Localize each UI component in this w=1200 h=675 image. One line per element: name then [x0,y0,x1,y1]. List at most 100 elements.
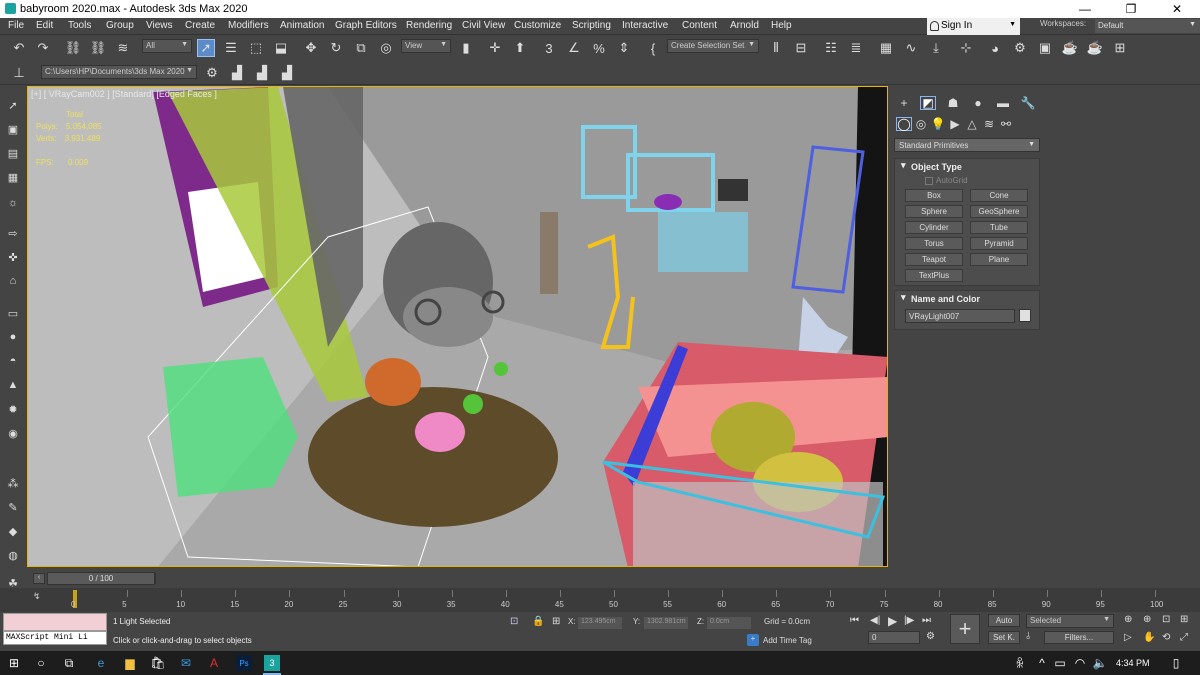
open-project-icon[interactable]: ▟ [253,64,271,82]
object-color-swatch[interactable] [1019,309,1031,322]
textplus-button[interactable]: TextPlus [905,269,963,282]
menu-arnold[interactable]: Arnold [730,20,759,31]
scene-explorer-icon[interactable]: ☷ [822,39,840,57]
rotate-icon[interactable]: ↻ [327,39,345,57]
half-sphere-tool-icon[interactable]: ◓ [6,354,20,368]
task-view-icon[interactable]: ⧉ [61,655,77,671]
zoom-all-icon[interactable]: ⊕ [1143,614,1151,625]
snaps-toggle-icon[interactable]: 3 [540,39,558,57]
time-configuration-icon[interactable]: ⚙ [926,631,935,642]
teapot-button[interactable]: Teapot [905,253,963,266]
cylinder-button[interactable]: Cylinder [905,221,963,234]
photoshop-icon[interactable]: Ps [236,655,252,671]
key-mode-toggle-icon[interactable]: ⫰ [1026,631,1030,642]
spacewarps-category-icon[interactable]: ≋ [981,117,997,131]
edge-browser-icon[interactable]: e [93,655,109,671]
light-tool-icon[interactable]: ☼ [6,196,20,210]
reference-coordinate-select[interactable]: View ▼ [401,39,451,53]
project-path-select[interactable]: C:\Users\HP\Documents\3ds Max 2020 ▼ [41,65,197,79]
menu-scripting[interactable]: Scripting [572,20,611,31]
scene-tool-icon[interactable]: ⌂ [6,274,20,288]
spinner-snap-icon[interactable]: ⇕ [615,39,633,57]
field-of-view-icon[interactable]: ▷ [1124,632,1132,643]
layout-tab-icon[interactable]: ▦ [6,170,20,184]
cone-tool-icon[interactable]: ▲ [6,378,20,392]
plane-button[interactable]: Plane [970,253,1028,266]
box-button[interactable]: Box [905,189,963,202]
object-name-input[interactable] [905,309,1015,323]
sun-tool-icon[interactable]: ✹ [6,402,20,416]
align-icon[interactable]: ⊟ [792,39,810,57]
absolute-mode-icon[interactable]: ⊞ [552,616,560,627]
maximize-viewport-icon[interactable]: ⤢ [1180,632,1188,643]
schematic-view-icon[interactable]: ⊹ [957,39,975,57]
volume-icon[interactable]: 🔈 [1092,655,1108,671]
key-filter-select[interactable]: Selected ▼ [1026,614,1114,628]
auto-key-button[interactable]: Auto [988,614,1020,627]
render-setup-icon[interactable]: ⚙ [1011,39,1029,57]
menu-animation[interactable]: Animation [280,20,324,31]
close-button[interactable]: ✕ [1154,0,1200,18]
menu-group[interactable]: Group [106,20,134,31]
helpers-category-icon[interactable]: △ [964,117,980,131]
key-filters-button[interactable]: Filters... [1044,631,1114,644]
material-editor-icon[interactable]: ◕ [986,39,1004,57]
clock[interactable]: 4:34 PM [1116,658,1150,668]
primitive-category-select[interactable]: Standard Primitives ▼ [894,138,1040,152]
select-manipulate-icon[interactable]: ✛ [486,39,504,57]
maxscript-mini-listener[interactable]: MAXScript Mini Li [3,631,107,645]
curve-editor-icon[interactable]: ∿ [902,39,920,57]
pan-view-icon[interactable]: ✋ [1143,632,1155,643]
shapes-category-icon[interactable]: ◎ [913,117,929,131]
named-selection-select[interactable]: Create Selection Set ▼ [667,39,759,53]
network-icon[interactable]: ▭ [1052,655,1068,671]
windows-start-icon[interactable]: ⊞ [6,655,22,671]
move-icon[interactable]: ✥ [302,39,320,57]
z-coordinate-input[interactable]: 0.0cm [707,617,751,629]
ribbon-icon[interactable]: ▦ [877,39,895,57]
prev-key-icon[interactable]: ◀| [870,615,880,626]
create-project-icon[interactable]: ▟ [228,64,246,82]
tube-button[interactable]: Tube [970,221,1028,234]
motion-tab-icon[interactable]: ● [970,96,986,110]
menu-civil-view[interactable]: Civil View [462,20,505,31]
link-icon[interactable]: ⛓ [64,39,82,57]
pivot-center-icon[interactable]: ▮ [457,39,475,57]
menu-tools[interactable]: Tools [68,20,91,31]
paint-tool-icon[interactable]: ✎ [6,500,20,514]
time-tag-icon[interactable]: + [747,634,759,646]
place-icon[interactable]: ◎ [377,39,395,57]
sphere-tool-icon[interactable]: ● [6,330,20,344]
cone-button[interactable]: Cone [970,189,1028,202]
zoom-extents-all-icon[interactable]: ⊞ [1180,614,1188,625]
people-icon[interactable]: ꆜ [1012,655,1028,671]
scene-explorer-toggle-icon[interactable]: ⊥ [10,64,28,82]
acrobat-icon[interactable]: A [206,655,222,671]
layout-tab-icon[interactable]: ▣ [6,122,20,136]
current-frame-spinner[interactable]: 0 [868,631,920,644]
shape-tool-icon[interactable]: ◆ [6,524,20,538]
unlink-icon[interactable]: ⛓ [89,39,107,57]
menu-views[interactable]: Views [146,20,173,31]
menu-content[interactable]: Content [682,20,717,31]
viewport-label[interactable]: [+] [ VRayCam002 ] [Standard] [Edged Fac… [31,89,217,99]
select-tool-icon[interactable]: ➚ [6,98,20,112]
key-mode-icon[interactable]: ↯ [33,591,41,602]
camera-viewport[interactable]: [+] [ VRayCam002 ] [Standard] [Edged Fac… [27,86,888,567]
mail-icon[interactable]: ✉ [178,655,194,671]
window-crossing-icon[interactable]: ⬓ [272,39,290,57]
menu-rendering[interactable]: Rendering [406,20,452,31]
minimize-button[interactable]: — [1062,0,1108,18]
lock-icon[interactable]: 🔒 [532,616,544,627]
render-iterative-icon[interactable]: ☕ [1086,39,1104,57]
pyramid-button[interactable]: Pyramid [970,237,1028,250]
go-to-start-icon[interactable]: ⏮ [850,615,859,626]
show-hidden-icons-icon[interactable]: ^ [1034,655,1050,671]
store-icon[interactable]: 🛍 [150,655,166,671]
time-slider[interactable]: 0 / 100 [47,572,155,585]
axis-tool-icon[interactable]: ✜ [6,250,20,264]
set-project-folder-icon[interactable]: ⚙ [203,64,221,82]
menu-modifiers[interactable]: Modifiers [228,20,269,31]
render-production-icon[interactable]: ☕ [1061,39,1079,57]
hierarchy-tab-icon[interactable]: ☗ [945,96,961,110]
